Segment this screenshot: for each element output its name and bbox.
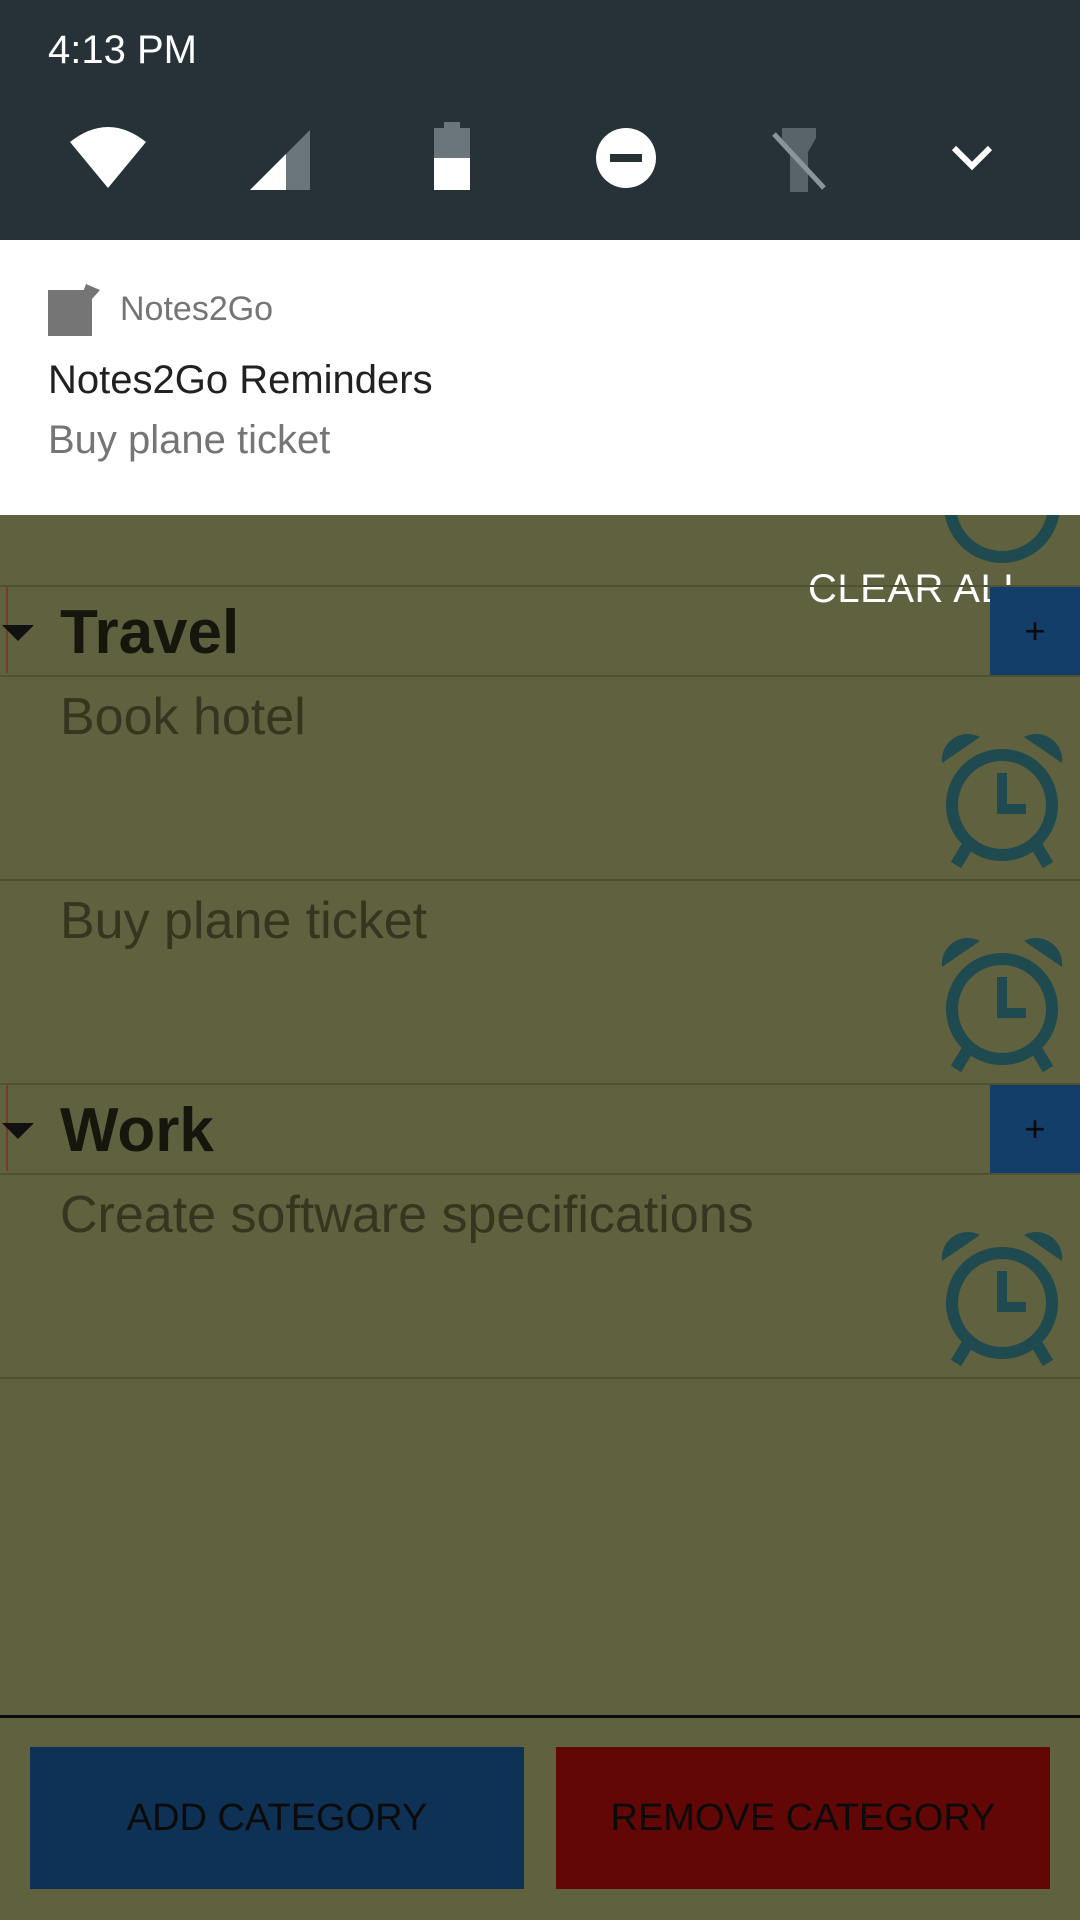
add-note-button-travel[interactable]: +	[990, 587, 1080, 675]
status-clock: 4:13 PM	[48, 28, 197, 72]
notification-text: Buy plane ticket	[48, 418, 331, 462]
category-title-travel[interactable]: Travel	[60, 597, 239, 668]
wifi-icon[interactable]	[68, 118, 148, 198]
notes-list: CLEAR ALL Travel + Book hotel Buy plane …	[0, 447, 1080, 1920]
alarm-icon[interactable]	[928, 1223, 1076, 1371]
notification-card[interactable]: Notes2Go Notes2Go Reminders Buy plane ti…	[0, 240, 1080, 515]
flashlight-off-icon[interactable]	[758, 118, 838, 198]
note-item[interactable]: Book hotel	[60, 687, 306, 747]
cellular-signal-icon[interactable]	[240, 118, 320, 198]
remove-category-button[interactable]: REMOVE CATEGORY	[556, 1747, 1050, 1889]
note-item[interactable]: Buy plane ticket	[60, 891, 427, 951]
category-title-work[interactable]: Work	[60, 1095, 214, 1166]
add-category-button[interactable]: ADD CATEGORY	[30, 1747, 524, 1889]
expand-chevron-icon[interactable]	[932, 118, 1012, 198]
divider	[0, 1715, 1080, 1718]
quick-settings-shade: 4:13 PM	[0, 0, 1080, 240]
expand-caret-icon[interactable]	[2, 625, 34, 641]
alarm-icon[interactable]	[928, 929, 1076, 1077]
battery-icon[interactable]	[412, 118, 492, 198]
expand-caret-icon[interactable]	[2, 1123, 34, 1139]
alarm-icon[interactable]	[928, 725, 1076, 873]
note-app-icon	[48, 284, 104, 336]
note-item[interactable]: Create software specifications	[60, 1185, 754, 1245]
do-not-disturb-icon[interactable]	[586, 118, 666, 198]
notification-title: Notes2Go Reminders	[48, 358, 433, 402]
add-note-button-work[interactable]: +	[990, 1085, 1080, 1173]
notification-app-name: Notes2Go	[120, 290, 274, 328]
